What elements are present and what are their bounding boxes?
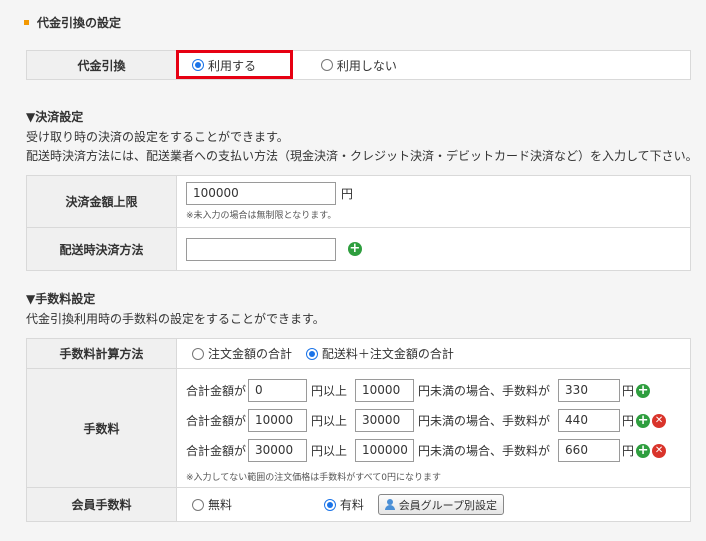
- fee-label: 手数料: [26, 368, 177, 488]
- fee-amount-input[interactable]: 330: [558, 379, 621, 402]
- fee-text-total: 合計金額が: [186, 444, 247, 458]
- calc-option-1-label: 注文金額の合計: [208, 347, 293, 361]
- fee-max-input[interactable]: 30000: [355, 409, 415, 432]
- calc-option-1[interactable]: 注文金額の合計: [192, 345, 292, 362]
- cod-not-use-radio[interactable]: [320, 59, 333, 71]
- limit-unit: 円: [341, 187, 354, 201]
- section-bullet-icon: [24, 19, 29, 25]
- remove-fee-row-icon[interactable]: ✕: [652, 443, 667, 458]
- fee-text-total: 合計金額が: [186, 384, 247, 398]
- limit-hint: ※未入力の場合は無制限となります。: [186, 211, 337, 221]
- method-cell: +: [176, 227, 691, 271]
- fee-row: 合計金額が 30000 円以上 100000 円未満の場合、手数料が 660 円…: [186, 439, 667, 462]
- fee-text-over: 円以上: [311, 414, 348, 428]
- fee-text-total: 合計金額が: [186, 414, 247, 428]
- limit-input[interactable]: 100000: [186, 182, 336, 205]
- member-free-radio[interactable]: [192, 498, 204, 511]
- fee-text-yen: 円: [622, 444, 635, 458]
- fee-text-yen: 円: [622, 384, 635, 398]
- calc-option-2-radio[interactable]: [305, 347, 318, 360]
- fee-text-under: 円未満の場合、手数料が: [418, 444, 551, 458]
- limit-label: 決済金額上限: [26, 175, 177, 228]
- user-icon: [384, 499, 395, 510]
- add-fee-row-icon[interactable]: +: [636, 383, 651, 398]
- member-free-label: 無料: [208, 498, 233, 512]
- add-fee-row-icon[interactable]: +: [636, 443, 651, 458]
- remove-fee-row-icon[interactable]: ✕: [652, 413, 667, 428]
- calc-option-1-radio[interactable]: [192, 347, 204, 360]
- fee-desc: 代金引換利用時の手数料の設定をすることができます。: [26, 312, 325, 326]
- member-paid-radio[interactable]: [323, 498, 336, 511]
- add-fee-row-icon[interactable]: +: [636, 413, 651, 428]
- member-group-button[interactable]: 会員グループ別設定: [377, 494, 505, 515]
- calc-options: 注文金額の合計 配送料＋注文金額の合計: [176, 338, 691, 369]
- fee-text-yen: 円: [622, 414, 635, 428]
- member-options: 無料 有料 会員グループ別設定: [176, 487, 691, 522]
- fee-amount-input[interactable]: 660: [558, 439, 621, 462]
- member-group-button-label: 会員グループ別設定: [398, 498, 498, 512]
- fee-hint: ※入力してない範囲の注文価格は手数料がすべて0円になります: [186, 473, 442, 483]
- payment-desc-2: 配送時決済方法には、配送業者への支払い方法（現金決済・クレジット決済・デビットカ…: [26, 149, 698, 163]
- section-title-text: 代金引換の設定: [37, 15, 122, 30]
- highlight-box: [176, 50, 293, 79]
- fee-text-over: 円以上: [311, 384, 348, 398]
- fee-table: 手数料計算方法 注文金額の合計 配送料＋注文金額の合計 手数料 合計金額が 0 …: [26, 338, 691, 522]
- payment-desc-1: 受け取り時の決済の設定をすることができます。: [26, 130, 289, 144]
- fee-text-over: 円以上: [311, 444, 348, 458]
- cod-not-use-option[interactable]: 利用しない: [320, 57, 397, 74]
- fee-text-under: 円未満の場合、手数料が: [418, 414, 551, 428]
- limit-cell: 100000 円 ※未入力の場合は無制限となります。: [176, 175, 691, 228]
- member-free-option[interactable]: 無料: [192, 496, 232, 513]
- method-label: 配送時決済方法: [26, 227, 177, 271]
- fee-heading: ▼手数料設定: [26, 292, 96, 306]
- calc-option-2-label: 配送料＋注文金額の合計: [321, 347, 454, 361]
- fee-row: 合計金額が 10000 円以上 30000 円未満の場合、手数料が 440 円 …: [186, 409, 667, 432]
- member-label: 会員手数料: [26, 487, 177, 522]
- fee-max-input[interactable]: 100000: [355, 439, 415, 462]
- fee-max-input[interactable]: 10000: [355, 379, 415, 402]
- fee-cell: 合計金額が 0 円以上 10000 円未満の場合、手数料が 330 円 + 合計…: [176, 368, 691, 488]
- fee-amount-input[interactable]: 440: [558, 409, 621, 432]
- payment-table: 決済金額上限 100000 円 ※未入力の場合は無制限となります。 配送時決済方…: [26, 175, 691, 271]
- member-paid-option[interactable]: 有料: [323, 496, 364, 513]
- fee-min-input[interactable]: 0: [248, 379, 308, 402]
- payment-heading: ▼決済設定: [26, 110, 84, 124]
- calc-option-2[interactable]: 配送料＋注文金額の合計: [305, 345, 454, 362]
- fee-min-input[interactable]: 10000: [248, 409, 308, 432]
- fee-row: 合計金額が 0 円以上 10000 円未満の場合、手数料が 330 円 +: [186, 379, 651, 402]
- cod-label: 代金引換: [26, 50, 177, 80]
- fee-text-under: 円未満の場合、手数料が: [418, 384, 551, 398]
- method-input[interactable]: [186, 237, 336, 261]
- cod-not-use-label: 利用しない: [336, 58, 397, 73]
- add-method-icon[interactable]: +: [347, 242, 362, 256]
- section-title: 代金引換の設定: [24, 12, 121, 32]
- cod-table: 代金引換 利用する 利用しない: [26, 50, 691, 80]
- fee-min-input[interactable]: 30000: [248, 439, 308, 462]
- calc-label: 手数料計算方法: [26, 338, 177, 369]
- member-paid-label: 有料: [339, 498, 364, 512]
